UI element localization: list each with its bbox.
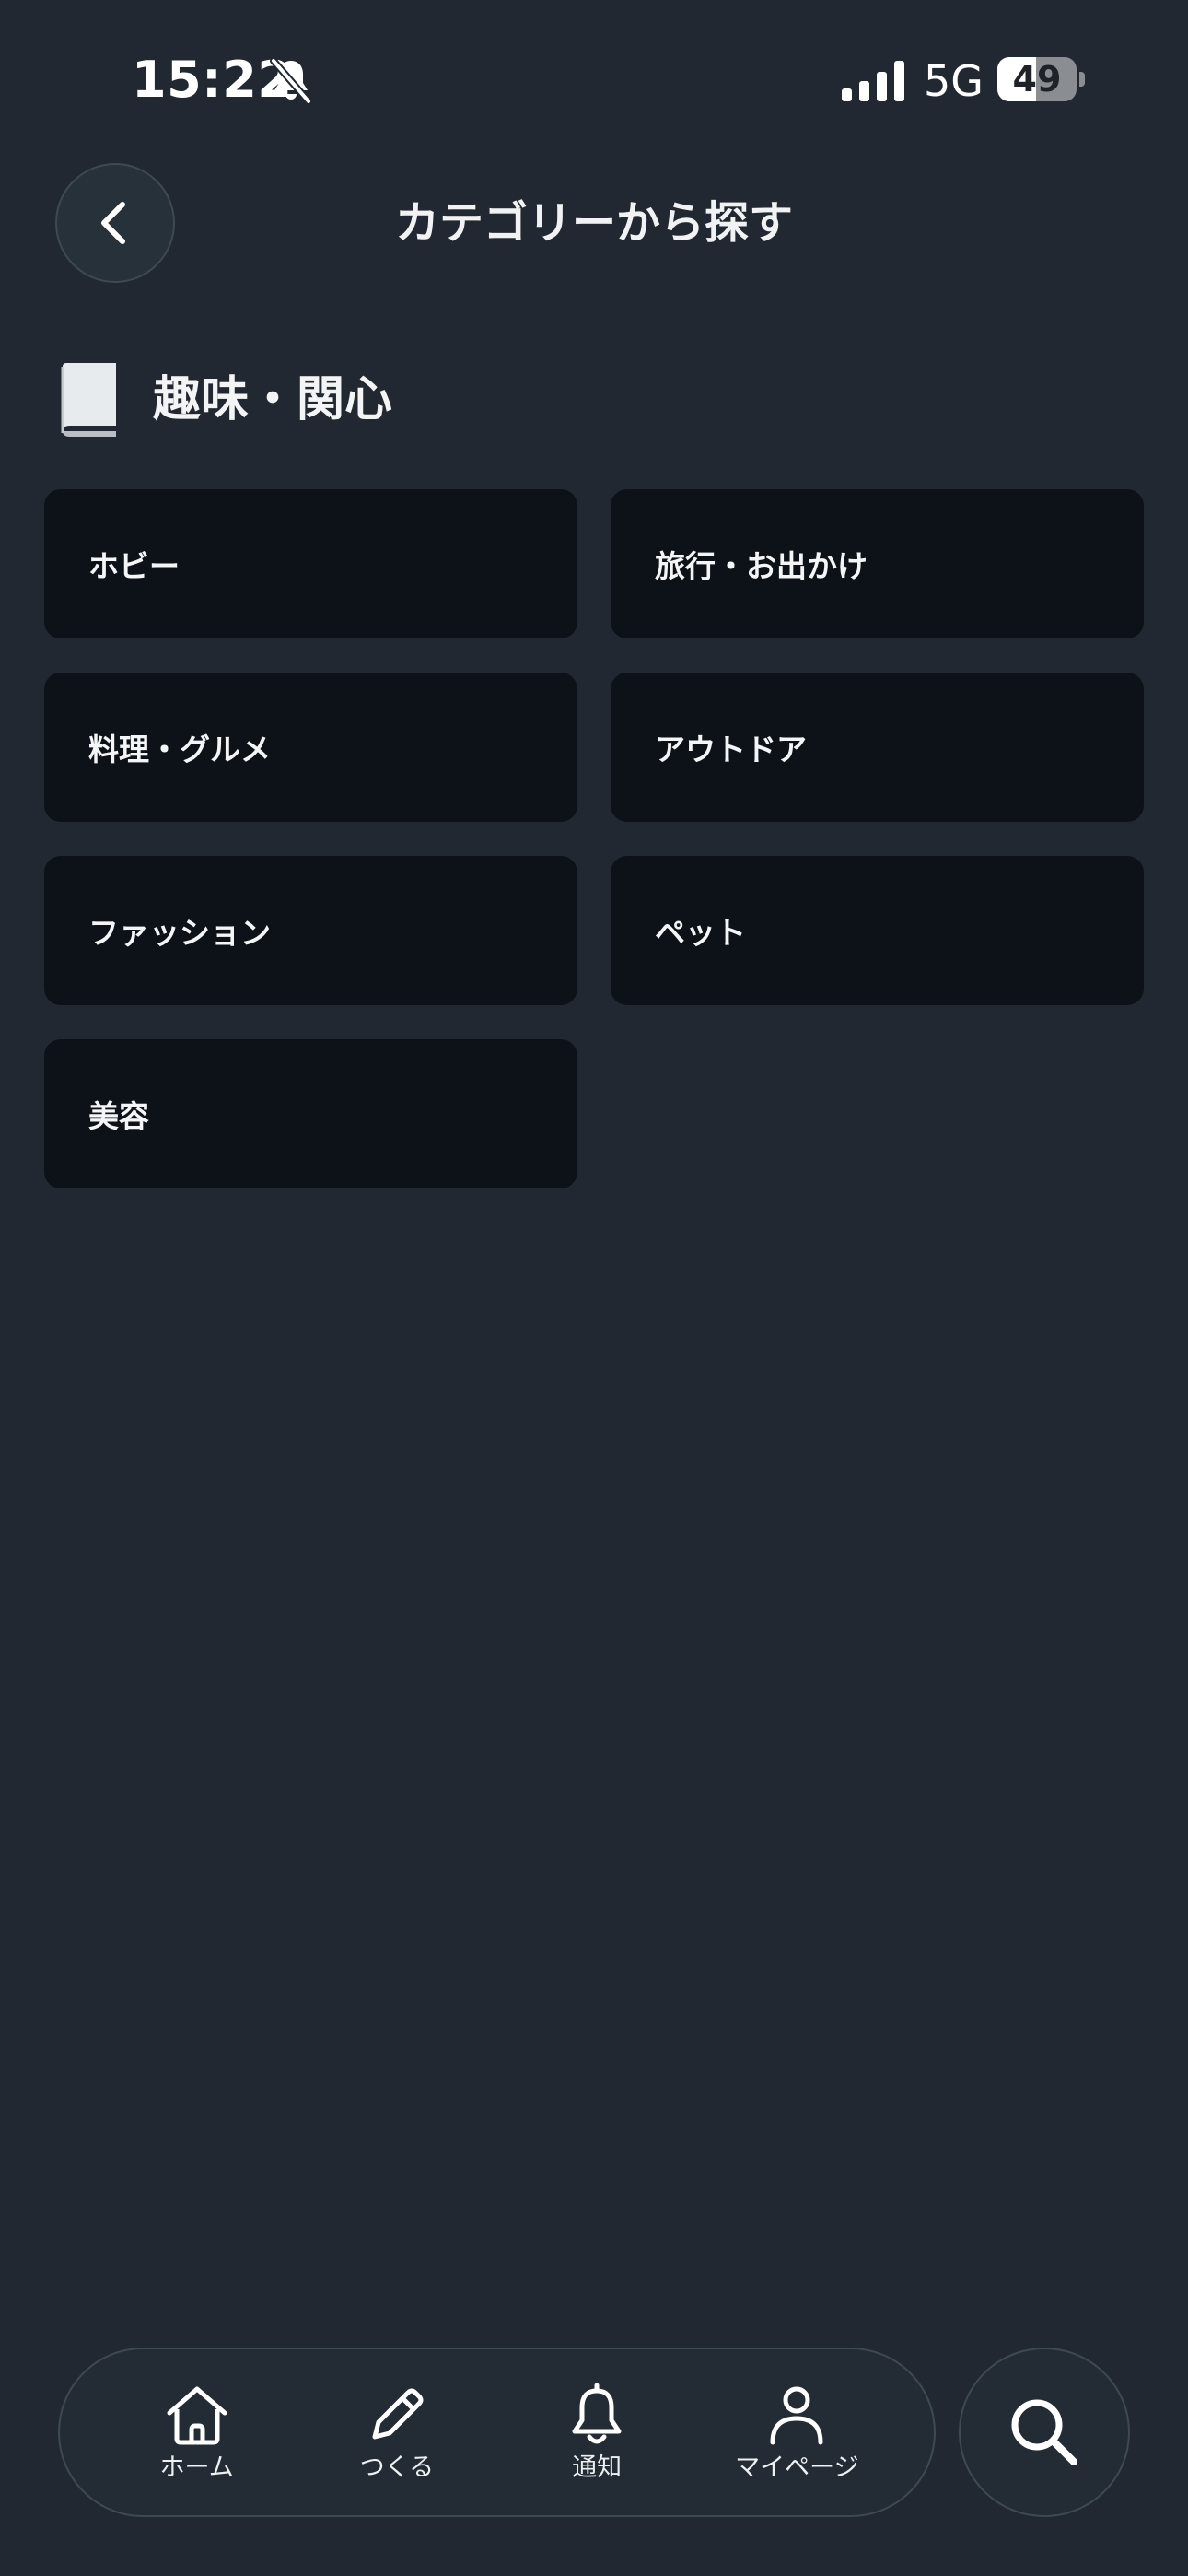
screen: 15:22 5G 49 カテゴリーから探す 趣味・関心 ホビー 旅行・お出かけ …: [0, 0, 1188, 2576]
nav-item-notifications[interactable]: 通知: [518, 2363, 675, 2501]
nav-label: 通知: [572, 2453, 623, 2482]
category-card-outdoor[interactable]: アウトドア: [611, 673, 1144, 822]
nav-label: ホーム: [159, 2453, 234, 2482]
section-heading: 趣味・関心: [57, 361, 392, 439]
signal-icon: [842, 61, 904, 101]
search-button[interactable]: [959, 2348, 1130, 2517]
category-card-travel[interactable]: 旅行・お出かけ: [611, 489, 1144, 638]
category-card-cooking[interactable]: 料理・グルメ: [44, 673, 577, 822]
status-bar: 15:22 5G 49: [0, 0, 1188, 162]
category-label: 美容: [88, 1098, 149, 1134]
battery-icon: 49: [997, 57, 1086, 101]
page-title: カテゴリーから探す: [394, 197, 793, 249]
section-title: 趣味・関心: [153, 372, 393, 427]
category-card-pet[interactable]: ペット: [611, 856, 1144, 1005]
battery-level: 49: [1012, 59, 1062, 100]
nav-item-home[interactable]: ホーム: [119, 2363, 275, 2501]
category-grid: ホビー 旅行・お出かけ 料理・グルメ アウトドア ファッション ペット 美容: [44, 489, 1144, 1188]
category-label: 旅行・お出かけ: [655, 548, 868, 584]
home-icon: [167, 2386, 227, 2445]
bottom-nav: ホーム つくる 通知 マイページ: [58, 2348, 936, 2517]
bell-slash-icon: [270, 57, 312, 105]
category-label: ファッション: [88, 915, 271, 951]
pencil-icon: [372, 2388, 424, 2440]
nav-label: マイページ: [735, 2453, 859, 2482]
search-icon: [1011, 2399, 1077, 2465]
category-card-hobby[interactable]: ホビー: [44, 489, 577, 638]
category-card-beauty[interactable]: 美容: [44, 1039, 577, 1188]
category-label: ホビー: [88, 548, 180, 584]
category-label: アウトドア: [655, 732, 807, 767]
category-label: 料理・グルメ: [88, 732, 271, 767]
network-type: 5G: [924, 56, 984, 106]
category-label: ペット: [655, 915, 746, 951]
bell-icon: [572, 2383, 622, 2444]
category-card-fashion[interactable]: ファッション: [44, 856, 577, 1005]
nav-item-create[interactable]: つくる: [319, 2363, 475, 2501]
nav-item-mypage[interactable]: マイページ: [718, 2363, 875, 2501]
user-icon: [770, 2386, 823, 2445]
nav-label: つくる: [359, 2453, 435, 2482]
book-icon: [61, 363, 116, 437]
